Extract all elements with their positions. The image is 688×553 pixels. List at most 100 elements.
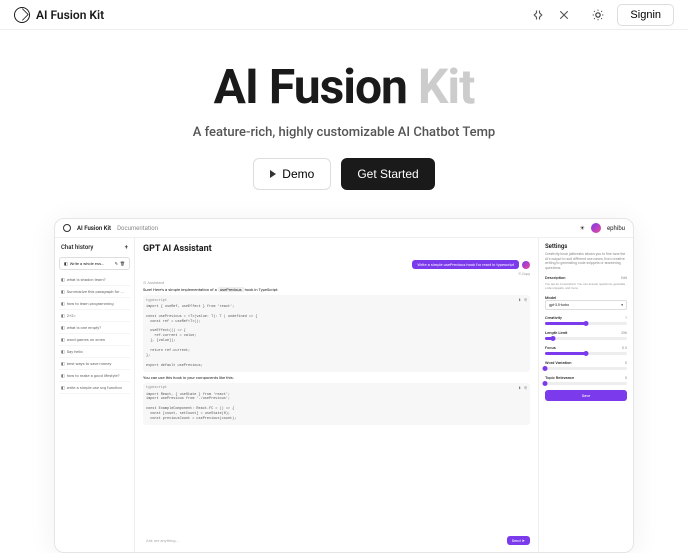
chat-item-label: 2+2= bbox=[67, 313, 76, 318]
user-bubble: Write a simple usePrevious hook for reac… bbox=[412, 260, 519, 269]
ss-theme-icon[interactable]: ☀ bbox=[580, 225, 585, 232]
ss-documentation-link[interactable]: Documentation bbox=[117, 225, 158, 232]
logo-text: AI Fusion Kit bbox=[36, 8, 104, 22]
focus-field: Focus 0.5 bbox=[545, 345, 627, 355]
code-block-2: typescript ⬇ ⎘ import React, { useState … bbox=[143, 383, 530, 425]
msg-icon: ◧ bbox=[61, 349, 65, 354]
chat-item-label: how to learn programming bbox=[67, 301, 114, 306]
focus-slider[interactable] bbox=[545, 352, 627, 355]
code-lang-1: typescript bbox=[146, 299, 167, 303]
focus-label: Focus bbox=[545, 345, 556, 350]
chat-history-item[interactable]: ◧best ways to save money bbox=[59, 358, 130, 370]
assistant-intro-text: Sure! Here's a simple implementation of … bbox=[143, 287, 218, 292]
msg-icon: ◧ bbox=[61, 277, 65, 282]
input-area: Ask me anything... Send ➤ bbox=[143, 531, 530, 546]
code-actions-2: ⬇ ⎘ bbox=[518, 386, 527, 391]
chat-history-item[interactable]: ◧Summarize this paragraph for ... bbox=[59, 286, 130, 298]
new-chat-icon[interactable]: + bbox=[125, 244, 128, 251]
code-content-2: import React, { useState } from 'react';… bbox=[146, 393, 527, 422]
msg-icon: ◧ bbox=[61, 373, 65, 378]
hero-title: AI Fusion Kit bbox=[20, 58, 668, 115]
hook-name: usePrevious bbox=[218, 287, 244, 292]
code-lang-2: typescript bbox=[146, 386, 167, 390]
chat-item-label: best ways to save money bbox=[67, 361, 112, 366]
description-label: Description bbox=[545, 275, 565, 280]
ss-avatar[interactable] bbox=[591, 223, 601, 233]
focus-value: 0.5 bbox=[622, 346, 627, 350]
demo-label: Demo bbox=[282, 167, 314, 181]
chat-history-title: Chat history bbox=[61, 244, 93, 251]
chat-item-label: Summarize this paragraph for ... bbox=[67, 289, 124, 294]
current-chat-label: Write a whole ess... bbox=[70, 261, 113, 266]
app-screenshot: AI Fusion Kit Documentation ☀ ephibu Cha… bbox=[54, 218, 634, 553]
ss-sidebar-header: Chat history + bbox=[59, 242, 130, 253]
hero-buttons: Demo Get Started bbox=[20, 158, 668, 190]
copy-code-icon[interactable]: ⎘ bbox=[524, 298, 527, 303]
save-button[interactable]: Save bbox=[545, 390, 627, 401]
settings-panel: Settings Creativity knob jailbreaks allo… bbox=[538, 238, 633, 552]
user-message: Write a simple usePrevious hook for reac… bbox=[412, 260, 530, 269]
chat-history-item[interactable]: ◧word games on xmen bbox=[59, 334, 130, 346]
theme-icon[interactable] bbox=[591, 8, 605, 22]
main-header: AI Fusion Kit Signin bbox=[0, 0, 688, 30]
chat-item-label: what is one empty? bbox=[67, 325, 101, 330]
msg-icon: ◧ bbox=[61, 325, 65, 330]
length-slider[interactable] bbox=[545, 337, 627, 340]
send-button[interactable]: Send ➤ bbox=[507, 536, 530, 545]
download-icon[interactable]: ⬇ bbox=[518, 298, 521, 303]
msg-icon: ◧ bbox=[61, 361, 65, 366]
copy-button[interactable]: ⎘ Copy bbox=[518, 272, 530, 276]
signin-button[interactable]: Signin bbox=[617, 4, 674, 26]
trash-icon[interactable]: 🗑 bbox=[120, 261, 125, 266]
ss-header: AI Fusion Kit Documentation ☀ ephibu bbox=[55, 219, 633, 238]
msg-icon: ◧ bbox=[61, 289, 65, 294]
copy-code-icon-2[interactable]: ⎘ bbox=[524, 386, 527, 391]
model-select[interactable]: gpt-3.5-turbo ▾ bbox=[545, 300, 627, 310]
topic-value: 0 bbox=[625, 376, 627, 380]
hero-title-gray: Kit bbox=[418, 58, 474, 115]
length-field: Length Limit 256 bbox=[545, 330, 627, 340]
pencil-icon[interactable]: ✎ bbox=[115, 261, 118, 266]
chat-history-item[interactable]: ◧Say hello bbox=[59, 346, 130, 358]
play-icon bbox=[270, 170, 276, 178]
chat-item-label: what is shadcn team? bbox=[67, 277, 106, 282]
msg-icon: ◧ bbox=[61, 337, 65, 342]
creativity-slider[interactable] bbox=[545, 322, 627, 325]
get-started-button[interactable]: Get Started bbox=[341, 158, 434, 190]
msg-icon: ◧ bbox=[61, 301, 65, 306]
github-icon[interactable] bbox=[531, 8, 545, 22]
x-icon[interactable] bbox=[557, 8, 571, 22]
hero-subtitle: A feature-rich, highly customizable AI C… bbox=[20, 125, 668, 140]
ss-header-right: ☀ ephibu bbox=[580, 223, 625, 233]
topic-field: Topic Relevance 0 bbox=[545, 375, 627, 385]
ss-logo-text: AI Fusion Kit bbox=[77, 225, 111, 232]
ss-main: GPT AI Assistant Write a simple usePrevi… bbox=[135, 238, 538, 552]
chat-history-item[interactable]: ◧how to learn programming bbox=[59, 298, 130, 310]
code-header-2: typescript ⬇ ⎘ bbox=[146, 386, 527, 391]
code-header-1: typescript ⬇ ⎘ bbox=[146, 298, 527, 303]
chat-history-item[interactable]: ◧what is one empty? bbox=[59, 322, 130, 334]
chat-title: GPT AI Assistant bbox=[143, 244, 530, 254]
word-field: Word Variation 0 bbox=[545, 360, 627, 370]
download-icon-2[interactable]: ⬇ bbox=[518, 386, 521, 391]
ss-sidebar: Chat history + ◧ Write a whole ess... ✎ … bbox=[55, 238, 135, 552]
message-input[interactable]: Ask me anything... bbox=[143, 535, 503, 546]
edit-link[interactable]: Edit bbox=[621, 276, 627, 280]
chat-history-item[interactable]: ◧what is shadcn team? bbox=[59, 274, 130, 286]
demo-button[interactable]: Demo bbox=[253, 158, 331, 190]
chat-history-item[interactable]: ◧write a simple use svg function bbox=[59, 382, 130, 394]
hero-section: AI Fusion Kit A feature-rich, highly cus… bbox=[0, 30, 688, 208]
word-value: 0 bbox=[625, 361, 627, 365]
creativity-field: Creativity 1 bbox=[545, 315, 627, 325]
ss-username: ephibu bbox=[607, 225, 625, 232]
user-avatar bbox=[522, 261, 530, 269]
word-slider[interactable] bbox=[545, 367, 627, 370]
topic-slider[interactable] bbox=[545, 382, 627, 385]
header-right: Signin bbox=[531, 4, 674, 26]
header-left: AI Fusion Kit bbox=[14, 7, 104, 23]
chat-history-item[interactable]: ◧2+2= bbox=[59, 310, 130, 322]
code-actions-1: ⬇ ⎘ bbox=[518, 298, 527, 303]
chat-item-label: Say hello bbox=[67, 349, 83, 354]
chat-history-item[interactable]: ◧how to make a good lifestyle? bbox=[59, 370, 130, 382]
current-chat-item[interactable]: ◧ Write a whole ess... ✎ 🗑 bbox=[59, 257, 130, 270]
